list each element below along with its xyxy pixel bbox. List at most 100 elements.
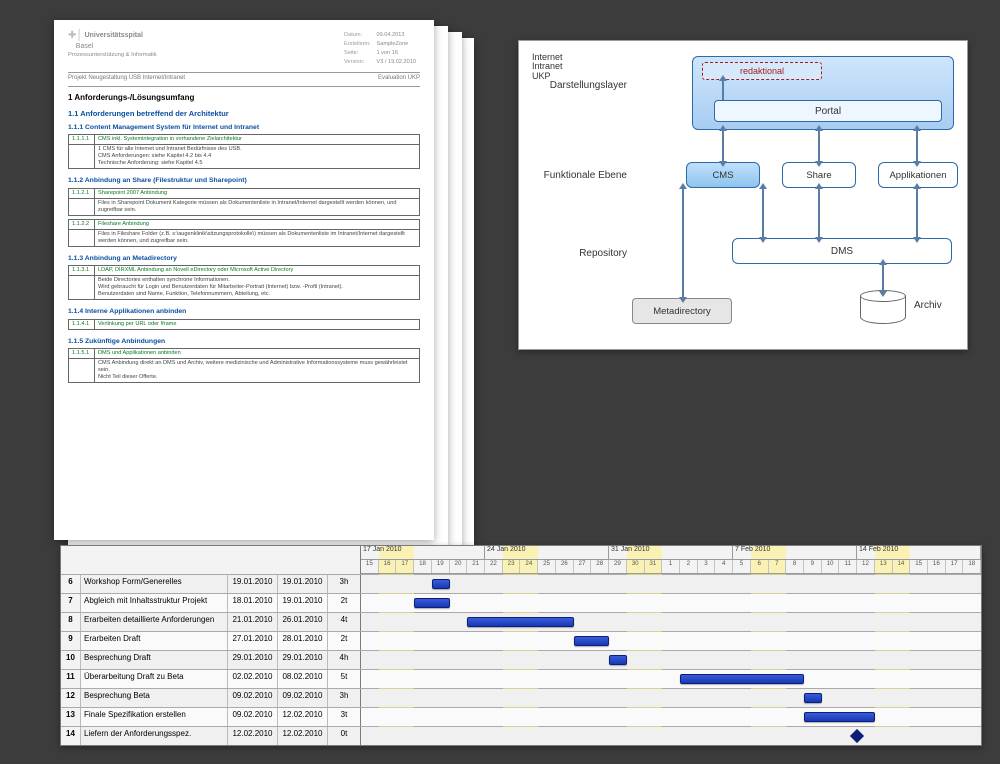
heading-3: 1.1.3 Anbindung an Metadirectory [68, 255, 420, 263]
hospital-block: ✚│ Universitätsspital Basel Prozessunter… [68, 30, 157, 68]
gantt-task-name: Finale Spezifikation erstellen [81, 708, 228, 726]
gantt-timeline-cell [361, 651, 981, 669]
gantt-day-label: 20 [450, 560, 468, 573]
gantt-task-index: 7 [61, 594, 81, 612]
gantt-task-index: 11 [61, 670, 81, 688]
gantt-task-duration: 3h [328, 575, 360, 593]
gantt-task-name: Workshop Form/Generelles [81, 575, 228, 593]
gantt-timeline-cell [361, 613, 981, 631]
gantt-day-label: 10 [822, 560, 840, 573]
portal-box: Portal [714, 100, 942, 122]
gantt-timeline-cell [361, 670, 981, 688]
gantt-task-duration: 2t [328, 594, 360, 612]
gantt-task-name: Liefern der Anforderungsspez. [81, 727, 228, 745]
gantt-bar [804, 712, 875, 722]
gantt-row: 9Erarbeiten Draft27.01.201028.01.20102t [61, 631, 981, 650]
label-archiv: Archiv [914, 300, 942, 311]
gantt-timeline-cell [361, 575, 981, 593]
gantt-task-name: Besprechung Draft [81, 651, 228, 669]
gantt-task-index: 9 [61, 632, 81, 650]
doc-meta-table: Datum:09.04.2013 Erstellerin:SampleZone … [340, 30, 420, 68]
gantt-task-end: 19.01.2010 [278, 594, 328, 612]
label-funktionale-ebene: Funktionale Ebene [532, 170, 627, 181]
gantt-day-label: 26 [556, 560, 574, 573]
gantt-task-end: 12.02.2010 [278, 708, 328, 726]
gantt-row: 11Überarbeitung Draft zu Beta02.02.20100… [61, 669, 981, 688]
gantt-day-label: 7 [769, 560, 787, 573]
gantt-bar [804, 693, 822, 703]
gantt-day-label: 8 [786, 560, 804, 573]
gantt-task-duration: 4t [328, 613, 360, 631]
gantt-day-label: 19 [432, 560, 450, 573]
requirement-row: 1.1.2.1Sharepoint 2007 AnbindungFiles in… [68, 188, 420, 216]
doc-body: ✚│ Universitätsspital Basel Prozessunter… [54, 20, 434, 396]
gantt-task-duration: 4h [328, 651, 360, 669]
gantt-task-start: 09.02.2010 [228, 689, 278, 707]
gantt-week-label: 31 Jan 2010 [609, 546, 733, 559]
gantt-row: 12Besprechung Beta09.02.201009.02.20103h [61, 688, 981, 707]
gantt-task-index: 10 [61, 651, 81, 669]
gantt-day-label: 3 [698, 560, 716, 573]
gantt-task-duration: 0t [328, 727, 360, 745]
gantt-task-end: 09.02.2010 [278, 689, 328, 707]
gantt-task-index: 13 [61, 708, 81, 726]
gantt-row: 10Besprechung Draft29.01.201029.01.20104… [61, 650, 981, 669]
gantt-day-label: 15 [361, 560, 379, 573]
gantt-day-label: 2 [680, 560, 698, 573]
label-darstellungslayer: Darstellungslayer [532, 80, 627, 91]
heading-3: 1.1.5 Zukünftige Anbindungen [68, 338, 420, 346]
gantt-task-start: 18.01.2010 [228, 594, 278, 612]
gantt-timeline-cell [361, 708, 981, 726]
gantt-day-label: 28 [591, 560, 609, 573]
gantt-day-label: 13 [875, 560, 893, 573]
gantt-task-start: 02.02.2010 [228, 670, 278, 688]
gantt-day-label: 17 [946, 560, 964, 573]
gantt-task-name: Besprechung Beta [81, 689, 228, 707]
document-stack: ✚│ Universitätsspital Basel Prozessunter… [44, 18, 474, 568]
gantt-chart: 17 Jan 2010 24 Jan 2010 31 Jan 2010 7 Fe… [60, 545, 982, 746]
gantt-day-label: 24 [520, 560, 538, 573]
gantt-day-label: 16 [379, 560, 397, 573]
requirement-row: 1.1.1.1CMS inkl. Systemintegration in vo… [68, 134, 420, 169]
gantt-day-label: 23 [503, 560, 521, 573]
gantt-day-label: 4 [715, 560, 733, 573]
heading-1-1: 1.1 Anforderungen betreffend der Archite… [68, 109, 420, 118]
requirement-row: 1.1.5.1DMS und Applikationen anbindenCMS… [68, 348, 420, 383]
gantt-timeline-cell [361, 632, 981, 650]
arrow-cms-portal [722, 130, 724, 162]
heading-3: 1.1.2 Anbindung an Share (Filestruktur u… [68, 177, 420, 185]
gantt-task-end: 28.01.2010 [278, 632, 328, 650]
gantt-task-index: 6 [61, 575, 81, 593]
gantt-left-header [61, 546, 361, 574]
project-name: Projekt Neugestaltung USB Internet/Intra… [68, 75, 185, 83]
requirement-row: 1.1.3.1LDAP, DIRXML Anbindung an Novell … [68, 265, 420, 300]
gantt-day-label: 1 [662, 560, 680, 573]
eval-label: Evaluation UKP [378, 75, 420, 83]
gantt-milestone [850, 729, 864, 743]
gantt-task-end: 08.02.2010 [278, 670, 328, 688]
gantt-task-start: 27.01.2010 [228, 632, 278, 650]
gantt-bar [574, 636, 609, 646]
gantt-day-label: 11 [839, 560, 857, 573]
gantt-week-label: 17 Jan 2010 [361, 546, 485, 559]
gantt-bar [467, 617, 573, 627]
gantt-task-start: 21.01.2010 [228, 613, 278, 631]
gantt-task-name: Überarbeitung Draft zu Beta [81, 670, 228, 688]
requirement-row: 1.1.4.1Verlinkung per URL oder Iframe [68, 319, 420, 330]
gantt-task-duration: 2t [328, 632, 360, 650]
gantt-timeline-cell [361, 594, 981, 612]
arrow-apps-portal [916, 130, 918, 162]
gantt-day-label: 17 [396, 560, 414, 573]
gantt-day-label: 29 [609, 560, 627, 573]
gantt-day-label: 30 [627, 560, 645, 573]
gantt-task-index: 12 [61, 689, 81, 707]
gantt-row: 14Liefern der Anforderungsspez.12.02.201… [61, 726, 981, 745]
arrow-cms-redaktional [722, 80, 724, 100]
heading-3: 1.1.1 Content Management System für Inte… [68, 124, 420, 132]
gantt-day-label: 15 [910, 560, 928, 573]
label-intranet: Intranet UKP [532, 62, 582, 82]
requirement-row: 1.1.2.2Fileshare AnbindungFiles in Files… [68, 219, 420, 247]
gantt-timeline-cell [361, 689, 981, 707]
gantt-day-label: 9 [804, 560, 822, 573]
gantt-bar [414, 598, 449, 608]
